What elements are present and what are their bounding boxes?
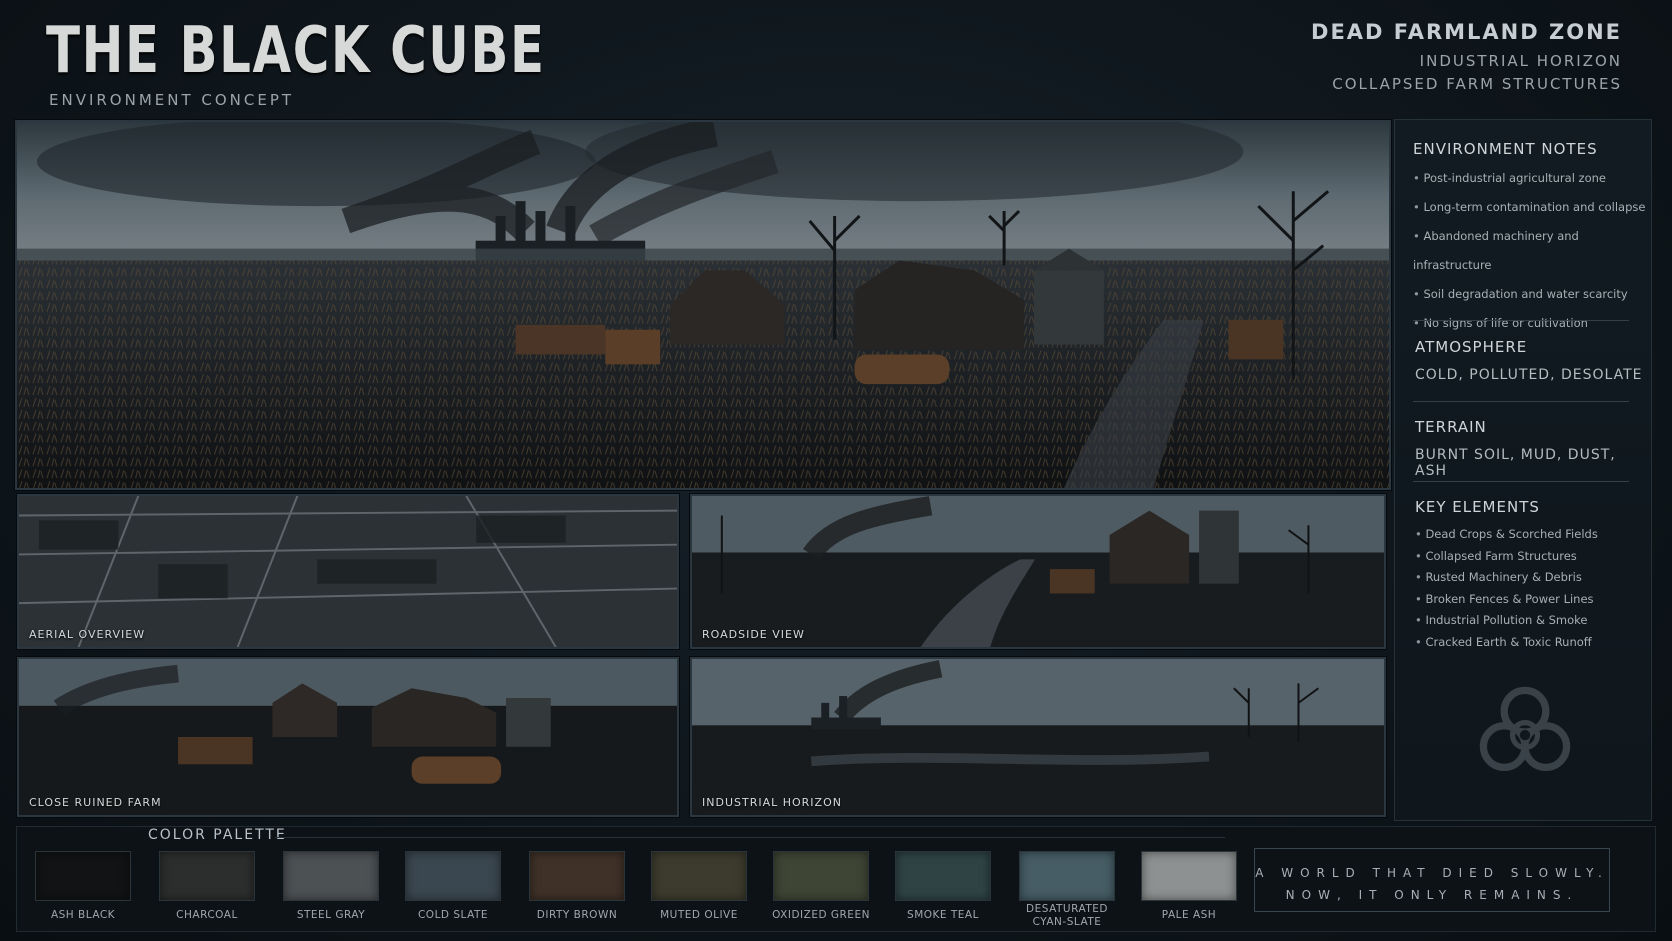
key-element-item: Broken Fences & Power Lines — [1415, 589, 1598, 611]
environment-notes: ENVIRONMENT NOTES Post-industrial agricu… — [1413, 140, 1651, 338]
color-swatch[interactable] — [1019, 851, 1115, 901]
key-element-item: Cracked Earth & Toxic Runoff — [1415, 632, 1598, 654]
biohazard-icon — [1479, 686, 1571, 771]
atmosphere-value: COLD, POLLUTED, DESOLATE — [1415, 367, 1643, 383]
zone-heading: DEAD FARMLAND ZONE INDUSTRIAL HORIZON CO… — [1311, 20, 1622, 93]
swatch-label: ASH BLACK — [50, 909, 116, 921]
terrain-title: TERRAIN — [1415, 418, 1487, 436]
concept-board: THE BLACK CUBE ENVIRONMENT CONCEPT DEAD … — [0, 0, 1672, 941]
key-element-item: Collapsed Farm Structures — [1415, 546, 1598, 568]
zone-line-2: COLLAPSED FARM STRUCTURES — [1332, 75, 1622, 93]
color-swatch[interactable] — [405, 851, 501, 901]
panel-caption-industrial: INDUSTRIAL HORIZON — [702, 796, 842, 809]
aerial-scene — [19, 496, 677, 647]
color-swatch[interactable] — [651, 851, 747, 901]
hero-scene — [17, 122, 1389, 488]
color-swatch[interactable] — [35, 851, 131, 901]
tagline-line-2: NOW, IT ONLY REMAINS. — [1285, 888, 1579, 902]
panel-caption-close-farm: CLOSE RUINED FARM — [29, 796, 162, 809]
color-swatch[interactable] — [773, 851, 869, 901]
aerial-overview-image[interactable]: AERIAL OVERVIEW — [17, 494, 679, 649]
panel-caption-roadside: ROADSIDE VIEW — [702, 628, 805, 641]
terrain-value: BURNT SOIL, MUD, DUST, ASH — [1415, 447, 1616, 479]
key-element-item: Rusted Machinery & Debris — [1415, 567, 1598, 589]
swatch-label: CHARCOAL — [176, 909, 238, 921]
roadside-view-image[interactable]: ROADSIDE VIEW — [690, 494, 1386, 649]
color-swatch[interactable] — [529, 851, 625, 901]
swatch-label: STEEL GRAY — [296, 909, 366, 921]
terrain-section: TERRAIN BURNT SOIL, MUD, DUST, ASH — [1415, 418, 1651, 479]
close-farm-scene — [19, 659, 677, 815]
color-swatch[interactable] — [895, 851, 991, 901]
note-item: Soil degradation and water scarcity — [1413, 280, 1651, 309]
swatch-label: DESATURATED CYAN-SLATE — [1026, 903, 1108, 928]
swatch-label: PALE ASH — [1161, 909, 1217, 921]
notes-list: Post-industrial agricultural zone Long-t… — [1413, 164, 1651, 338]
roadside-scene — [692, 496, 1384, 647]
note-item: Long-term contamination and collapse — [1413, 193, 1651, 222]
color-swatch[interactable] — [159, 851, 255, 901]
atmosphere-title: ATMOSPHERE — [1415, 338, 1528, 356]
key-elements-title: KEY ELEMENTS — [1415, 498, 1540, 516]
industrial-scene — [692, 659, 1384, 815]
divider — [1413, 481, 1629, 482]
page-subtitle: ENVIRONMENT CONCEPT — [49, 91, 295, 109]
swatch-label: COLD SLATE — [417, 909, 489, 921]
key-elements-list: Dead Crops & Scorched Fields Collapsed F… — [1415, 524, 1598, 654]
swatch-label: SMOKE TEAL — [907, 909, 979, 921]
swatch-label: MUTED OLIVE — [660, 909, 738, 921]
key-element-item: Dead Crops & Scorched Fields — [1415, 524, 1597, 546]
hero-image[interactable] — [15, 120, 1391, 490]
note-item: No signs of life or cultivation — [1413, 309, 1651, 338]
page-title: THE BLACK CUBE — [46, 14, 546, 88]
notes-title: ENVIRONMENT NOTES — [1413, 140, 1598, 158]
panel-caption-aerial: AERIAL OVERVIEW — [29, 628, 146, 641]
close-ruined-farm-image[interactable]: CLOSE RUINED FARM — [17, 657, 679, 817]
key-element-item: Industrial Pollution & Smoke — [1415, 610, 1598, 632]
color-swatch[interactable] — [1141, 851, 1237, 901]
tagline-line-1: A WORLD THAT DIED SLOWLY. — [1255, 866, 1609, 880]
atmosphere-section: ATMOSPHERE COLD, POLLUTED, DESOLATE — [1415, 338, 1643, 383]
zone-title: DEAD FARMLAND ZONE — [1311, 20, 1622, 44]
swatch-label: OXIDIZED GREEN — [772, 909, 870, 921]
industrial-horizon-image[interactable]: INDUSTRIAL HORIZON — [690, 657, 1386, 817]
divider — [1413, 320, 1629, 321]
color-swatch[interactable] — [283, 851, 379, 901]
palette-title: COLOR PALETTE — [148, 827, 287, 843]
divider — [1413, 401, 1629, 402]
palette-divider — [275, 837, 1225, 838]
zone-line-1: INDUSTRIAL HORIZON — [1419, 52, 1622, 70]
tagline-box: A WORLD THAT DIED SLOWLY. NOW, IT ONLY R… — [1254, 848, 1610, 912]
note-item: Abandoned machinery and infrastructure — [1413, 222, 1651, 280]
swatch-label: DIRTY BROWN — [536, 909, 618, 921]
key-elements-section: KEY ELEMENTS Dead Crops & Scorched Field… — [1415, 498, 1598, 653]
note-item: Post-industrial agricultural zone — [1413, 164, 1651, 193]
environment-sidebar: ENVIRONMENT NOTES Post-industrial agricu… — [1394, 119, 1652, 821]
